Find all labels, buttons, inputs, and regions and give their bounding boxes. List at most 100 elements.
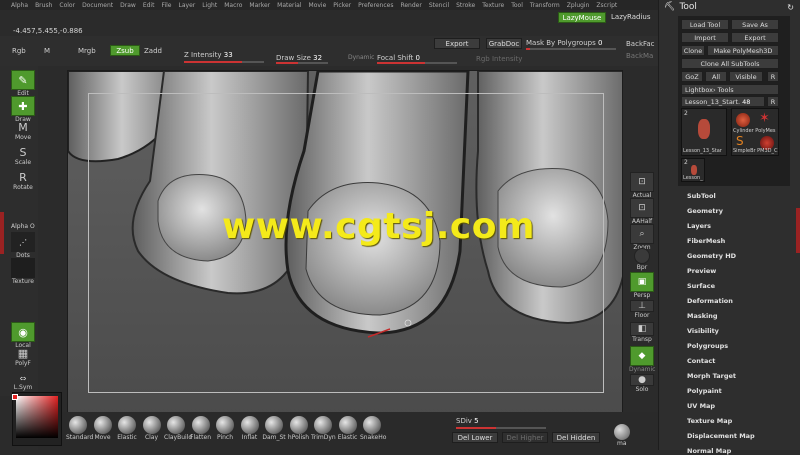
brush-slot[interactable]: Pinch	[213, 416, 237, 441]
subpalette-item[interactable]: Displacement Map	[687, 432, 755, 440]
subpalette-item[interactable]: Polypaint	[687, 387, 722, 395]
grabdoc-button[interactable]: GrabDoc	[486, 38, 522, 49]
brush-slot[interactable]: Inflat	[238, 416, 262, 441]
material-icon[interactable]	[614, 424, 630, 440]
r-button[interactable]: R	[767, 71, 779, 82]
actual-button[interactable]: ⊡ Actual	[629, 172, 655, 199]
menu-item[interactable]: Draw	[120, 2, 136, 9]
mask-by-polygroups-slider[interactable]: Mask By Polygroups 0	[526, 39, 602, 47]
menu-item[interactable]: Zplugin	[567, 2, 590, 9]
zadd-toggle[interactable]: Zadd	[144, 47, 162, 55]
brush-slot[interactable]: Flatten	[189, 416, 213, 441]
bpr-button[interactable]: Bpr	[629, 248, 655, 271]
del-hidden-button[interactable]: Del Hidden	[552, 432, 600, 443]
local-button[interactable]: ◉ Local	[11, 322, 35, 349]
export-tool-button[interactable]: Export	[731, 32, 779, 43]
brush-slot[interactable]: Standard	[66, 416, 93, 441]
edit-tool[interactable]: ✎ Edit	[11, 70, 35, 97]
brush-slot[interactable]: Elastic	[115, 416, 139, 441]
draw-size-track[interactable]	[276, 62, 328, 64]
mask-track[interactable]	[526, 48, 616, 50]
brush-slot[interactable]: Clay	[140, 416, 164, 441]
visible-button[interactable]: Visible	[729, 71, 763, 82]
subpalette-item[interactable]: Surface	[687, 282, 715, 290]
rgb-intensity-label[interactable]: Rgb Intensity	[476, 55, 522, 63]
menu-item[interactable]: Texture	[482, 2, 504, 9]
menu-item[interactable]: Alpha	[11, 2, 28, 9]
export-button[interactable]: Export	[434, 38, 480, 49]
subpalette-item[interactable]: Masking	[687, 312, 718, 320]
all-button[interactable]: All	[705, 71, 727, 82]
subpalette-item[interactable]: Texture Map	[687, 417, 732, 425]
sdiv-track[interactable]	[456, 427, 546, 429]
draw-tool[interactable]: ✚ Draw	[11, 96, 35, 123]
menu-item[interactable]: Preferences	[358, 2, 393, 9]
subpalette-item[interactable]: FiberMesh	[687, 237, 725, 245]
menu-item[interactable]: Stencil	[429, 2, 449, 9]
alpha-label[interactable]: Alpha O	[11, 223, 35, 230]
make-polymesh-button[interactable]: Make PolyMesh3D	[707, 45, 779, 56]
tool-palette-header[interactable]: ⛏ Tool ↻	[664, 0, 800, 14]
tool-thumb-cylinder[interactable]: ✶ Cylinder PolyMes S SimpleBr PM3D_C	[731, 108, 779, 156]
menu-item[interactable]: Document	[82, 2, 113, 9]
texture-slot[interactable]: Texture	[11, 258, 35, 285]
clone-button[interactable]: Clone	[681, 45, 705, 56]
subpalette-item[interactable]: Preview	[687, 267, 716, 275]
subpalette-item[interactable]: Morph Target	[687, 372, 736, 380]
subpalette-item[interactable]: Layers	[687, 222, 711, 230]
menu-item[interactable]: Stroke	[456, 2, 475, 9]
rgb-toggle[interactable]: Rgb	[12, 47, 26, 55]
del-higher-button[interactable]: Del Higher	[502, 432, 548, 443]
rotate-tool[interactable]: R Rotate	[11, 170, 35, 192]
primary-color-swatch[interactable]	[12, 394, 18, 400]
sdiv-slider[interactable]: SDiv 5	[456, 417, 479, 425]
menu-item[interactable]: File	[161, 2, 171, 9]
menu-item[interactable]: Color	[59, 2, 75, 9]
menu-item[interactable]: Layer	[179, 2, 196, 9]
lightbox-tools-button[interactable]: Lightbox› Tools	[681, 84, 779, 95]
lazymouse-button[interactable]: LazyMouse	[558, 12, 606, 23]
load-tool-button[interactable]: Load Tool	[681, 19, 729, 30]
draw-size-slider[interactable]: Draw Size 32	[276, 54, 322, 62]
brush-slot[interactable]: SnakeHo	[360, 416, 386, 441]
menu-item[interactable]: Edit	[143, 2, 155, 9]
dynamic-dock-button[interactable]: ◆ Dynamic	[629, 346, 655, 373]
menu-item[interactable]: Macro	[224, 2, 242, 9]
save-as-button[interactable]: Save As	[731, 19, 779, 30]
color-square[interactable]	[16, 396, 58, 438]
dynamic-label[interactable]: Dynamic	[348, 54, 374, 61]
tool-thumb-lesson-small[interactable]: 2 Lesson_	[681, 158, 705, 182]
zoom-button[interactable]: ⌕Zoom	[629, 224, 655, 251]
tool-thumb-lesson[interactable]: 2 Lesson_13_Star	[681, 108, 727, 156]
del-lower-button[interactable]: Del Lower	[452, 432, 498, 443]
import-button[interactable]: Import	[681, 32, 729, 43]
solo-button[interactable]: ● Solo	[629, 374, 655, 393]
menu-item[interactable]: Transform	[530, 2, 560, 9]
right-tray-handle[interactable]	[796, 208, 800, 253]
scale-tool[interactable]: S Scale	[11, 145, 35, 167]
subpalette-item[interactable]: Deformation	[687, 297, 733, 305]
brush-slot[interactable]: Move	[91, 416, 115, 441]
transp-button[interactable]: ◧ Transp	[629, 322, 655, 343]
z-intensity-slider[interactable]: Z Intensity 33	[184, 51, 233, 59]
backface-mask-label[interactable]: BackMa	[626, 52, 653, 60]
menu-item[interactable]: Material	[277, 2, 301, 9]
menu-item[interactable]: Brush	[35, 2, 52, 9]
reset-icon[interactable]: ↻	[787, 3, 794, 12]
menu-item[interactable]: Zscript	[596, 2, 617, 9]
zsub-button[interactable]: Zsub	[110, 45, 140, 56]
floor-button[interactable]: ⊥ Floor	[629, 300, 655, 319]
r2-button[interactable]: R	[767, 96, 779, 107]
lazyradius-label[interactable]: LazyRadius	[611, 13, 650, 21]
subpalette-item[interactable]: SubTool	[687, 192, 716, 200]
clone-all-subtools-button[interactable]: Clone All SubTools	[681, 58, 779, 69]
backface-label[interactable]: BackFac	[626, 40, 655, 48]
subpalette-item[interactable]: Geometry	[687, 207, 723, 215]
focal-shift-slider[interactable]: Focal Shift 0	[377, 54, 420, 62]
z-intensity-track[interactable]	[184, 61, 264, 63]
menu-item[interactable]: Tool	[511, 2, 523, 9]
menu-item[interactable]: Marker	[249, 2, 270, 9]
menu-item[interactable]: Movie	[309, 2, 327, 9]
lsym-button[interactable]: ⇔ L.Sym	[11, 372, 35, 392]
menu-item[interactable]: Render	[400, 2, 421, 9]
